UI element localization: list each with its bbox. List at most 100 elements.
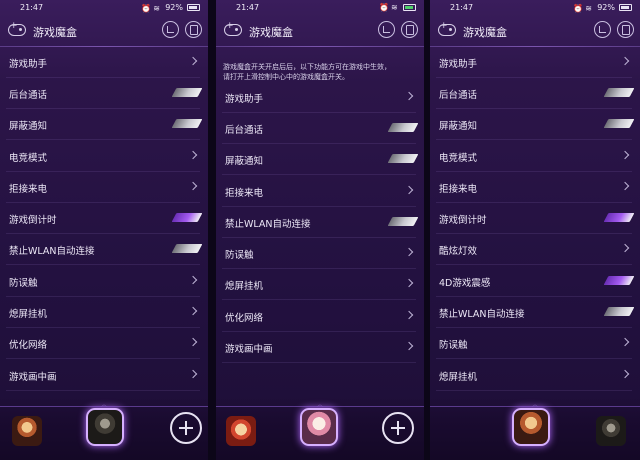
divider bbox=[222, 362, 416, 363]
settings-row-anti-mistouch[interactable]: 防误触 bbox=[216, 238, 424, 269]
toggle-switch-off[interactable] bbox=[171, 119, 203, 128]
screen-panel-2: 21:47 ⏰ ≋ 游戏魔盒 游戏魔盒开关开启后后，以下功能方可在游戏中生效， … bbox=[216, 0, 424, 460]
add-game-button[interactable] bbox=[382, 412, 414, 444]
dock-handle-icon[interactable]: ︿ bbox=[528, 400, 542, 408]
gamepad-icon bbox=[8, 21, 26, 36]
chevron-right-icon bbox=[188, 369, 198, 379]
settings-row-disable-wlan-autoconnect: 禁止WLAN自动连接 bbox=[430, 297, 640, 328]
settings-row-game-countdown: 游戏倒计时 bbox=[430, 203, 640, 234]
dock-handle-icon[interactable]: ︿ bbox=[97, 400, 111, 408]
game-icon-onmyoji-selected[interactable] bbox=[300, 408, 338, 446]
divider bbox=[436, 264, 632, 265]
chevron-right-icon bbox=[188, 150, 198, 160]
game-icon-hero[interactable] bbox=[12, 416, 42, 446]
game-dock: ︿ bbox=[430, 398, 640, 460]
divider bbox=[6, 264, 200, 265]
settings-row-anti-mistouch[interactable]: 防误触 bbox=[0, 266, 208, 297]
stats-button[interactable] bbox=[162, 21, 179, 38]
settings-row-anti-mistouch[interactable]: 防误触 bbox=[430, 328, 640, 359]
row-label: 游戏助手 bbox=[225, 94, 264, 105]
chevron-right-icon bbox=[188, 181, 198, 191]
row-label: 熄屏挂机 bbox=[225, 281, 264, 292]
wifi-icon: ≋ bbox=[391, 3, 398, 12]
toggle-switch-off[interactable] bbox=[603, 307, 635, 316]
toggle-switch-on[interactable] bbox=[171, 213, 203, 222]
row-label: 游戏助手 bbox=[9, 59, 48, 70]
chevron-right-icon bbox=[404, 278, 414, 288]
toggle-switch-off[interactable] bbox=[603, 119, 635, 128]
add-game-button[interactable] bbox=[170, 412, 202, 444]
game-dock: ︿ bbox=[0, 398, 208, 460]
settings-row-block-notifications: 屏蔽通知 bbox=[216, 144, 424, 175]
settings-row-screen-off-hangup[interactable]: 熄屏挂机 bbox=[216, 269, 424, 300]
game-icon-monkey-king[interactable] bbox=[226, 416, 256, 446]
settings-row-game-assistant[interactable]: 游戏助手 bbox=[430, 47, 640, 78]
chevron-right-icon bbox=[620, 337, 630, 347]
toggle-switch-on[interactable] bbox=[603, 276, 635, 285]
divider bbox=[6, 390, 200, 391]
settings-row-esports-mode[interactable]: 电竞模式 bbox=[430, 141, 640, 172]
settings-row-block-notifications: 屏蔽通知 bbox=[430, 109, 640, 140]
toggle-switch-off[interactable] bbox=[387, 123, 419, 132]
notice-line-2: 请打开上滑控制中心中的游戏魔盒开关。 bbox=[223, 73, 349, 81]
settings-row-light-effects[interactable]: 酷炫灯效 bbox=[430, 234, 640, 265]
stats-button[interactable] bbox=[378, 21, 395, 38]
row-label: 酷炫灯效 bbox=[439, 246, 478, 257]
settings-row-optimize-network[interactable]: 优化网络 bbox=[216, 301, 424, 332]
game-icon-pubg-selected[interactable] bbox=[86, 408, 124, 446]
dock-handle-icon[interactable]: ︿ bbox=[313, 400, 327, 408]
game-icon-pubg[interactable] bbox=[596, 416, 626, 446]
stats-button[interactable] bbox=[594, 21, 611, 38]
settings-row-background-call: 后台通话 bbox=[216, 113, 424, 144]
alarm-icon: ⏰ bbox=[379, 3, 389, 12]
battery-icon bbox=[187, 4, 200, 11]
settings-row-background-call: 后台通话 bbox=[430, 78, 640, 109]
divider bbox=[6, 139, 200, 140]
status-time: 21:47 bbox=[236, 3, 260, 12]
clipboard-button[interactable] bbox=[401, 21, 418, 38]
row-label: 防误触 bbox=[225, 250, 254, 261]
settings-row-reject-calls[interactable]: 拒接来电 bbox=[216, 176, 424, 207]
settings-row-screen-off-hangup[interactable]: 熄屏挂机 bbox=[430, 360, 640, 391]
row-label: 拒接来电 bbox=[9, 184, 48, 195]
title-bar: 游戏魔盒 bbox=[0, 20, 208, 44]
settings-row-reject-calls[interactable]: 拒接来电 bbox=[0, 172, 208, 203]
toggle-switch-on[interactable] bbox=[603, 213, 635, 222]
status-bar: 21:47 ⏰ ≋ 92% bbox=[430, 0, 640, 17]
row-label: 防误触 bbox=[439, 340, 468, 351]
settings-row-game-pip[interactable]: 游戏画中画 bbox=[216, 332, 424, 363]
game-icon-hero-selected[interactable] bbox=[512, 408, 550, 446]
divider bbox=[222, 174, 416, 175]
clipboard-button[interactable] bbox=[617, 21, 634, 38]
row-label: 熄屏挂机 bbox=[439, 372, 478, 383]
row-label: 游戏助手 bbox=[439, 59, 478, 70]
toggle-switch-off[interactable] bbox=[603, 88, 635, 97]
screen-panel-3: 21:47 ⏰ ≋ 92% 游戏魔盒 游戏助手 后台通话 bbox=[430, 0, 640, 460]
settings-row-disable-wlan-autoconnect: 禁止WLAN自动连接 bbox=[216, 207, 424, 238]
chevron-right-icon bbox=[404, 310, 414, 320]
alarm-icon: ⏰ bbox=[573, 3, 584, 13]
divider bbox=[222, 299, 416, 300]
settings-row-game-pip[interactable]: 游戏画中画 bbox=[0, 360, 208, 391]
row-label: 后台通话 bbox=[9, 90, 48, 101]
chevron-right-icon bbox=[620, 243, 630, 253]
settings-row-reject-calls[interactable]: 拒接来电 bbox=[430, 172, 640, 203]
page-title: 游戏魔盒 bbox=[249, 26, 293, 39]
row-label: 电竞模式 bbox=[439, 153, 478, 164]
settings-row-game-assistant[interactable]: 游戏助手 bbox=[216, 82, 424, 113]
screens-container: 21:47 ⏰ ≋ 92% 游戏魔盒 游戏助手 后台通话 bbox=[0, 0, 640, 460]
toggle-switch-off[interactable] bbox=[387, 217, 419, 226]
settings-row-esports-mode[interactable]: 电竞模式 bbox=[0, 141, 208, 172]
chevron-right-icon bbox=[404, 185, 414, 195]
page-title: 游戏魔盒 bbox=[33, 26, 77, 39]
divider bbox=[6, 358, 200, 359]
toggle-switch-off[interactable] bbox=[171, 244, 203, 253]
toggle-switch-off[interactable] bbox=[387, 154, 419, 163]
toggle-switch-off[interactable] bbox=[171, 88, 203, 97]
clipboard-button[interactable] bbox=[185, 21, 202, 38]
settings-row-game-assistant[interactable]: 游戏助手 bbox=[0, 47, 208, 78]
row-label: 拒接来电 bbox=[225, 188, 264, 199]
settings-row-screen-off-hangup[interactable]: 熄屏挂机 bbox=[0, 297, 208, 328]
settings-row-optimize-network[interactable]: 优化网络 bbox=[0, 328, 208, 359]
chevron-right-icon bbox=[188, 56, 198, 66]
